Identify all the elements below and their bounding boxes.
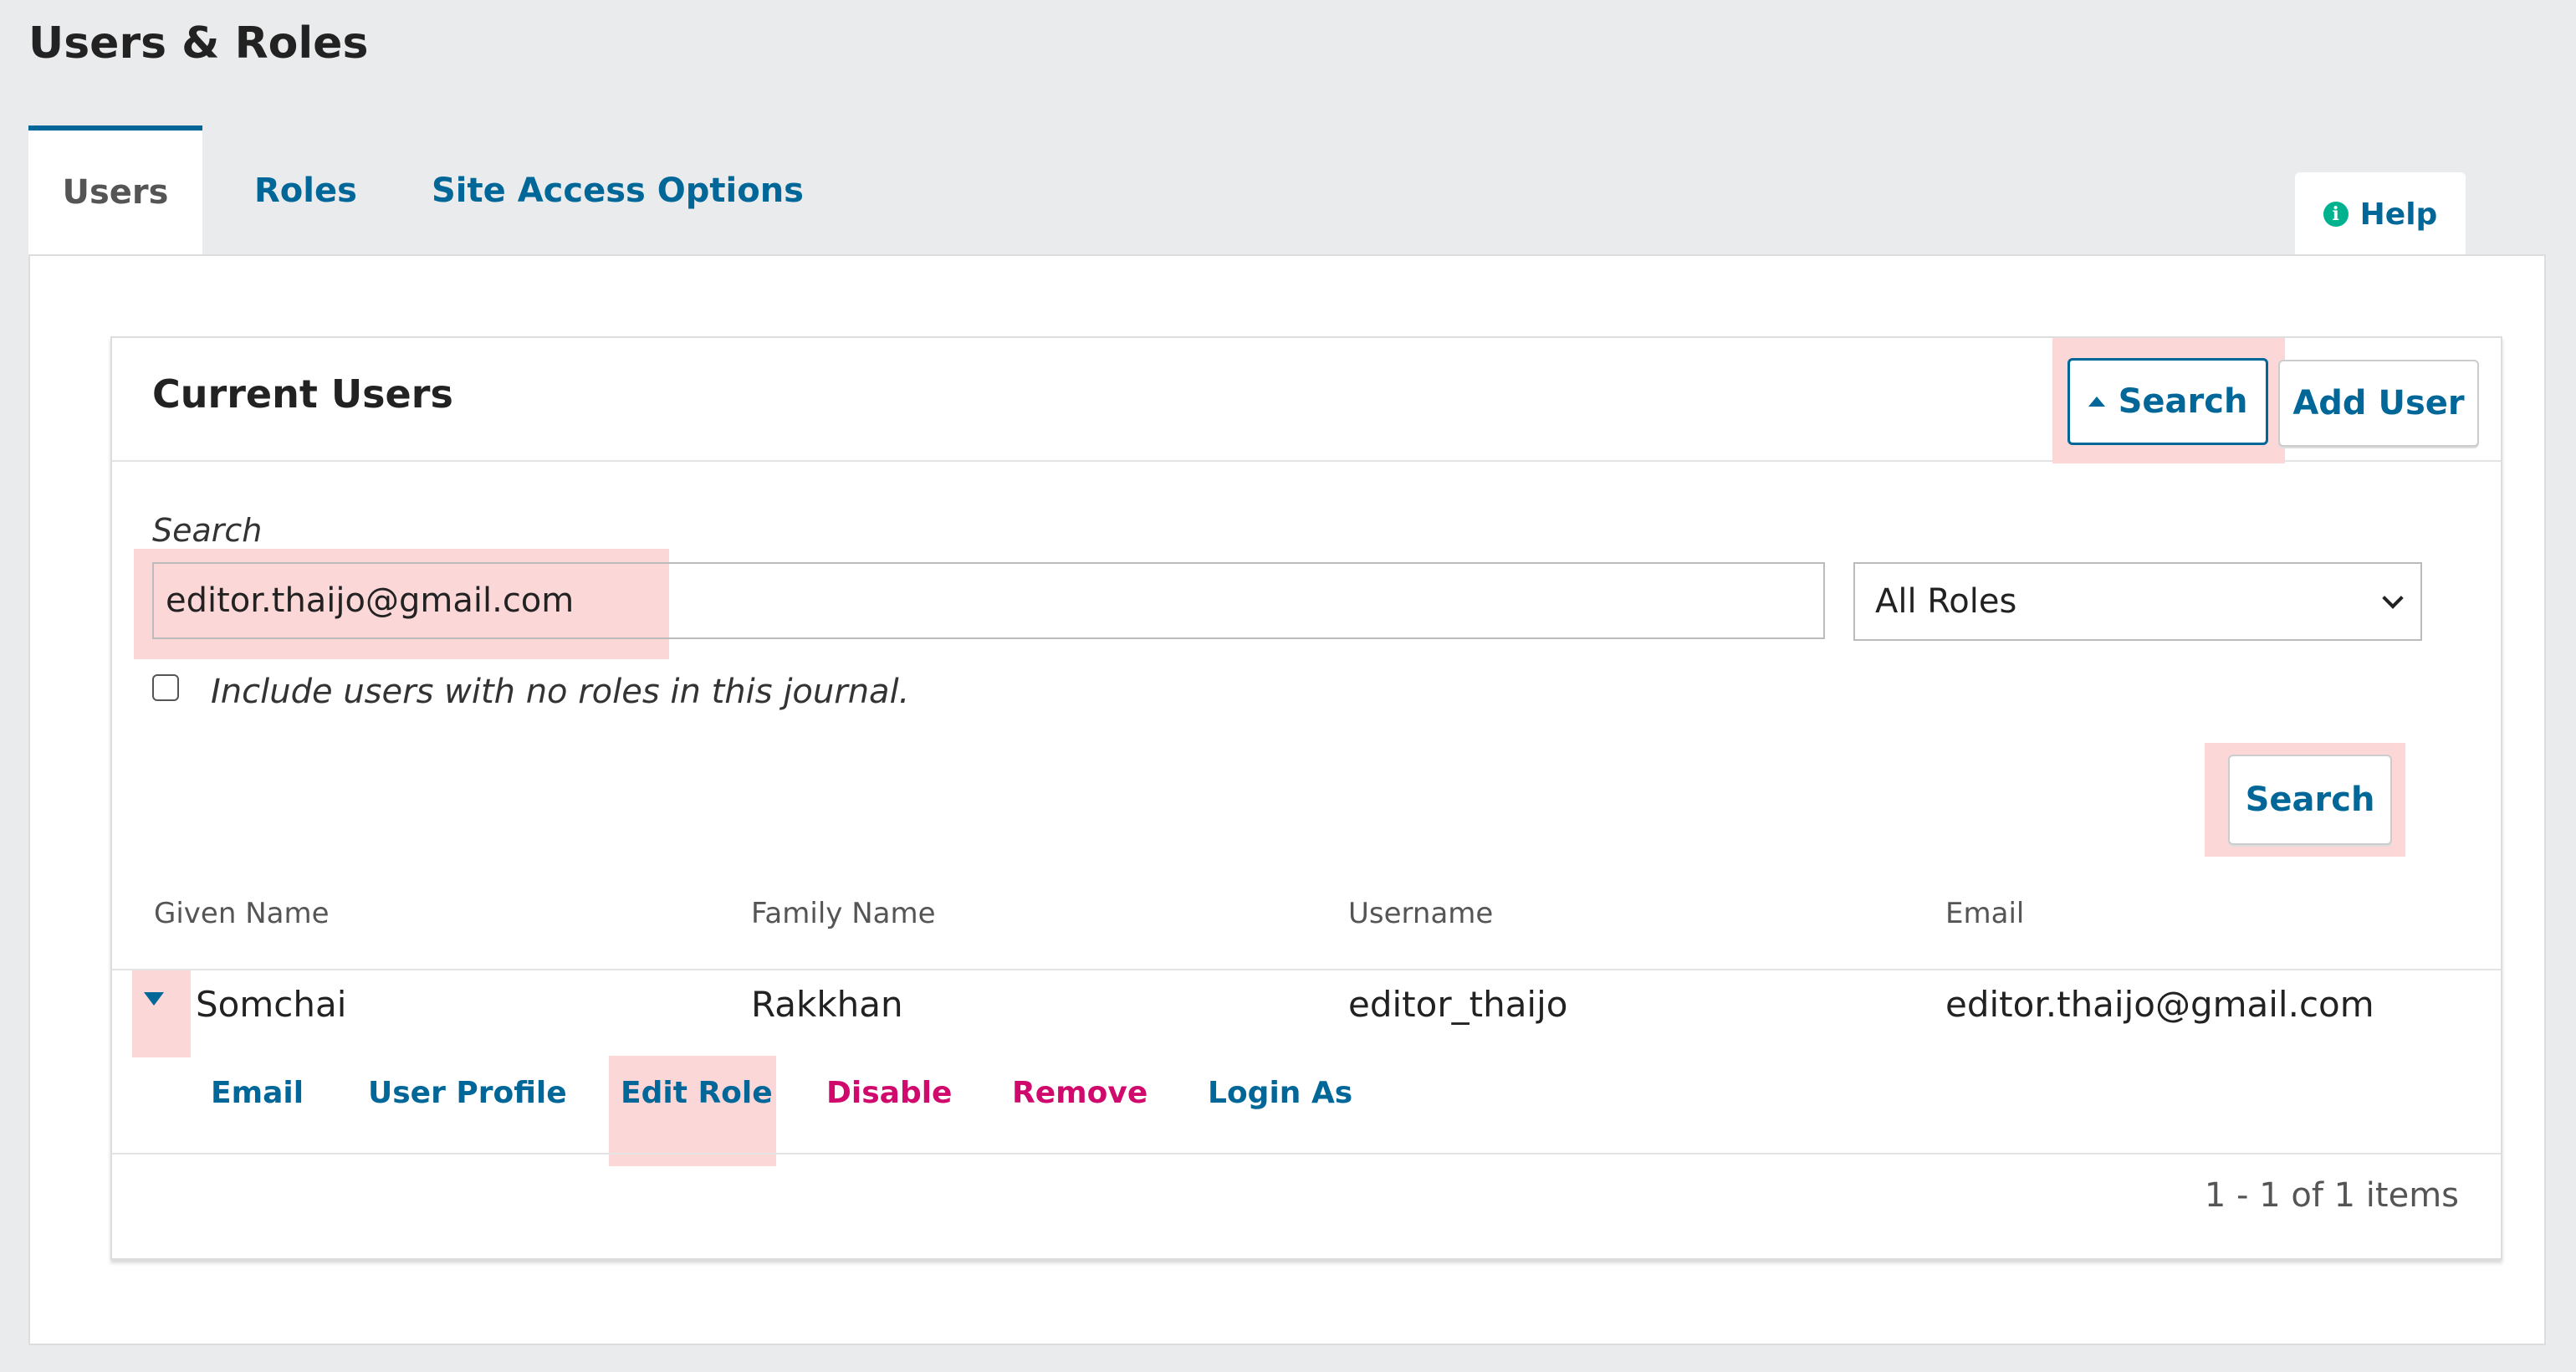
add-user-button[interactable]: Add User — [2278, 360, 2479, 447]
info-icon: i — [2323, 202, 2349, 227]
cell-family-name: Rakkhan — [751, 984, 903, 1025]
page-title: Users & Roles — [28, 18, 369, 69]
search-submit-button[interactable]: Search — [2228, 755, 2392, 845]
role-filter-select[interactable]: All Roles — [1853, 562, 2422, 641]
expander-highlight — [132, 970, 191, 1057]
column-header-given-name: Given Name — [154, 897, 330, 930]
caret-up-icon — [2088, 397, 2105, 407]
edit-role-highlight — [609, 1056, 776, 1166]
table-divider — [112, 969, 2501, 970]
pagination-summary: 1 - 1 of 1 items — [2204, 1176, 2459, 1215]
tab-site-access-options[interactable]: Site Access Options — [432, 125, 804, 256]
search-toggle-button[interactable]: Search — [2067, 358, 2268, 445]
action-edit-role[interactable]: Edit Role — [621, 1076, 773, 1110]
include-no-roles-label: Include users with no roles in this jour… — [211, 673, 910, 711]
search-label: Search — [152, 512, 263, 549]
action-login-as[interactable]: Login As — [1208, 1076, 1352, 1110]
table-footer-divider — [112, 1153, 2501, 1154]
column-header-family-name: Family Name — [751, 897, 936, 930]
action-disable[interactable]: Disable — [826, 1076, 952, 1110]
action-email[interactable]: Email — [211, 1076, 304, 1110]
action-user-profile[interactable]: User Profile — [368, 1076, 567, 1110]
chevron-down-icon — [2382, 587, 2404, 609]
cell-email: editor.thaijo@gmail.com — [1945, 984, 2374, 1025]
column-header-email: Email — [1945, 897, 2025, 930]
action-remove[interactable]: Remove — [1012, 1076, 1147, 1110]
tab-users[interactable]: Users — [28, 125, 202, 256]
current-users-panel: Current Users — [110, 336, 2502, 1260]
cell-username: editor_thaijo — [1348, 984, 1568, 1025]
cell-given-name: Somchai — [196, 984, 347, 1025]
column-header-username: Username — [1348, 897, 1494, 930]
row-expand-toggle-icon[interactable] — [144, 992, 164, 1006]
tab-roles[interactable]: Roles — [254, 125, 357, 256]
role-filter-value: All Roles — [1875, 582, 2017, 621]
search-toggle-label: Search — [2118, 382, 2248, 421]
include-no-roles-checkbox[interactable] — [152, 674, 179, 701]
panel-title: Current Users — [152, 371, 453, 417]
search-input[interactable] — [152, 562, 1825, 639]
help-label: Help — [2359, 197, 2438, 232]
help-button[interactable]: i Help — [2295, 172, 2466, 256]
